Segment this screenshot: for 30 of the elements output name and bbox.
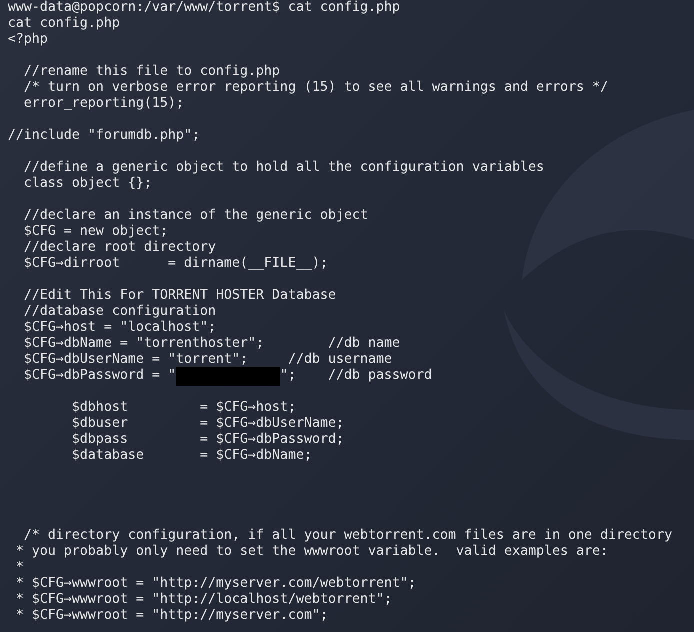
code-line: //database configuration [23,304,216,320]
code-line: class object {}; [23,176,152,192]
code-line: * $CFG→wwwroot = "http://myserver.com/webtorrent"; [15,576,416,592]
code-line: /* directory configuration, if all your webtorrent.com files are in one directory [23,528,672,544]
code-line: "; //db password [280,368,432,384]
code-line: $database = $CFG→dbName; [71,448,312,464]
code-line: $dbhost = $CFG→host; [71,400,296,416]
code-line: //declare an instance of the generic object [23,208,368,224]
code-line: $CFG = new object; [23,224,168,240]
code-line: //define a generic object to hold all the configuration variables [23,160,544,176]
code-line: $CFG→host = "localhost"; [23,320,216,336]
code-line: $CFG→dbUserName = "torrent"; //db username [23,352,392,368]
code-line: $CFG→dirroot = dirname(__FILE__); [23,256,328,272]
code-line: error_reporting(15); [23,96,184,112]
code-line: * you probably only need to set the wwwroot variable. valid examples are: [15,544,608,560]
code-line: cat config.php [8,16,120,32]
code-line: //include "forumdb.php"; [8,128,200,144]
code-line: $CFG→dbPassword = " [23,368,176,384]
code-line: $CFG→dbName = "torrenthoster"; //db name [23,336,400,352]
code-line: * $CFG→wwwroot = "http://localhost/webtorrent"; [15,592,392,608]
code-line: www-data@popcorn:/var/www/torrent$ cat config.php [8,0,400,16]
code-line: //Edit This For TORRENT HOSTER Database [23,288,336,304]
code-line: //rename this file to config.php [23,64,280,80]
code-line: * $CFG→wwwroot = "http://myserver.com"; [15,608,328,624]
code-line: * [15,560,24,576]
code-line: $dbuser = $CFG→dbUserName; [71,416,344,432]
code-line: $dbpass = $CFG→dbPassword; [71,432,344,448]
code-line: /* turn on verbose error reporting (15) to see all warnings and errors */ [23,80,608,96]
code-line: //declare root directory [23,240,216,256]
code-line: <?php [8,32,48,48]
